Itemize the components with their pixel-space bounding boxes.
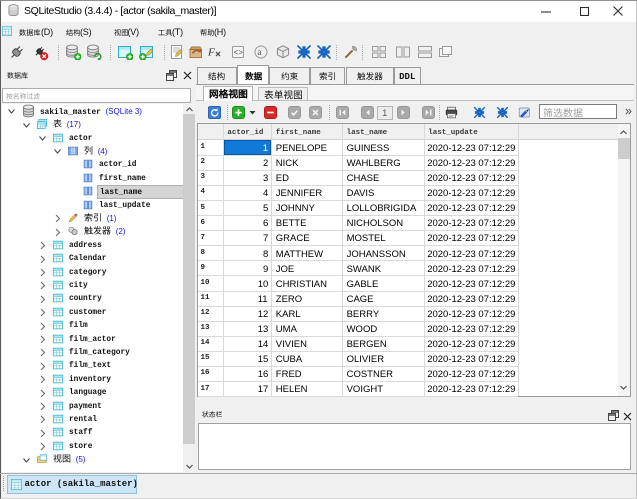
svg-text:<>: <> — [233, 49, 243, 58]
svg-text:a: a — [257, 47, 261, 57]
svg-text:F: F — [207, 47, 215, 59]
